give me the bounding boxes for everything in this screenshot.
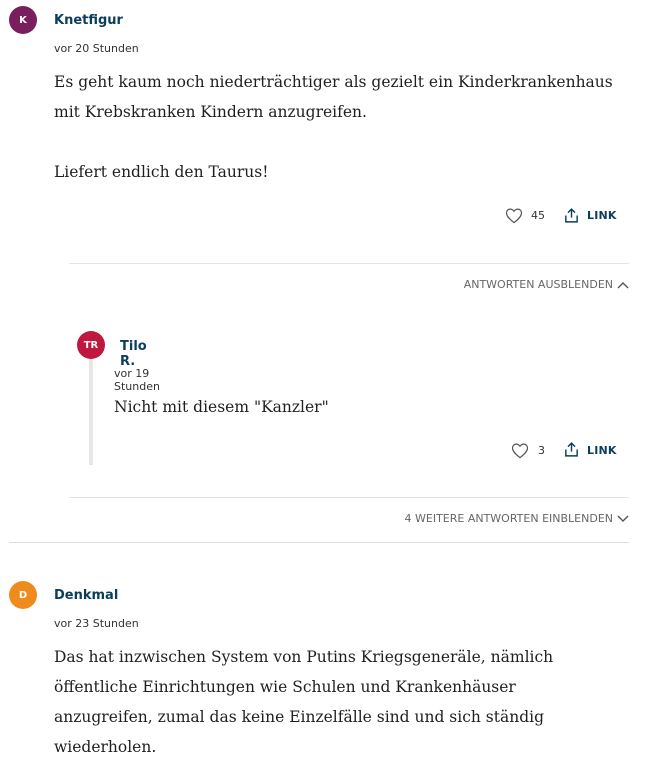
reply-timestamp: vor 19 Stunden bbox=[114, 367, 160, 393]
comment-separator bbox=[9, 542, 629, 543]
hide-replies-label: ANTWORTEN AUSBLENDEN bbox=[463, 278, 613, 291]
like-count: 45 bbox=[531, 209, 545, 222]
link-button[interactable]: LINK bbox=[587, 209, 617, 222]
avatar[interactable]: TR bbox=[77, 331, 105, 359]
heart-outline-icon[interactable] bbox=[505, 207, 523, 224]
heart-outline-icon[interactable] bbox=[511, 442, 529, 459]
comment: D Denkmal vor 23 Stunden Das hat inzwisc… bbox=[0, 560, 663, 772]
show-more-replies-label: 4 WEITERE ANTWORTEN EINBLENDEN bbox=[404, 512, 614, 525]
hide-replies-button[interactable]: ANTWORTEN AUSBLENDEN bbox=[464, 278, 629, 291]
reply-thread-line bbox=[89, 345, 93, 465]
comment-author[interactable]: Knetfigur bbox=[54, 13, 123, 28]
chevron-down-icon bbox=[617, 515, 629, 523]
link-button[interactable]: LINK bbox=[587, 444, 617, 457]
divider bbox=[69, 263, 629, 264]
comment-timestamp: vor 20 Stunden bbox=[54, 42, 139, 55]
avatar[interactable]: D bbox=[9, 581, 37, 609]
comment-author[interactable]: Denkmal bbox=[54, 588, 118, 603]
like-count: 3 bbox=[538, 444, 545, 457]
reply-text: Nicht mit diesem "Kanzler" bbox=[114, 398, 329, 416]
comment-text: Es geht kaum noch niederträchtiger als g… bbox=[54, 73, 613, 181]
avatar[interactable]: K bbox=[9, 6, 37, 34]
chevron-up-icon bbox=[617, 281, 629, 289]
divider bbox=[69, 497, 629, 498]
share-upload-icon[interactable] bbox=[563, 207, 580, 224]
reply-author[interactable]: Tilo R. bbox=[120, 339, 147, 369]
comment-text: Das hat inzwischen System von Putins Kri… bbox=[54, 648, 554, 756]
comment: K Knetfigur vor 20 Stunden Es geht kaum … bbox=[0, 0, 663, 545]
share-upload-icon[interactable] bbox=[563, 441, 580, 458]
comment-timestamp: vor 23 Stunden bbox=[54, 617, 139, 630]
show-more-replies-button[interactable]: 4 WEITERE ANTWORTEN EINBLENDEN bbox=[405, 512, 630, 525]
